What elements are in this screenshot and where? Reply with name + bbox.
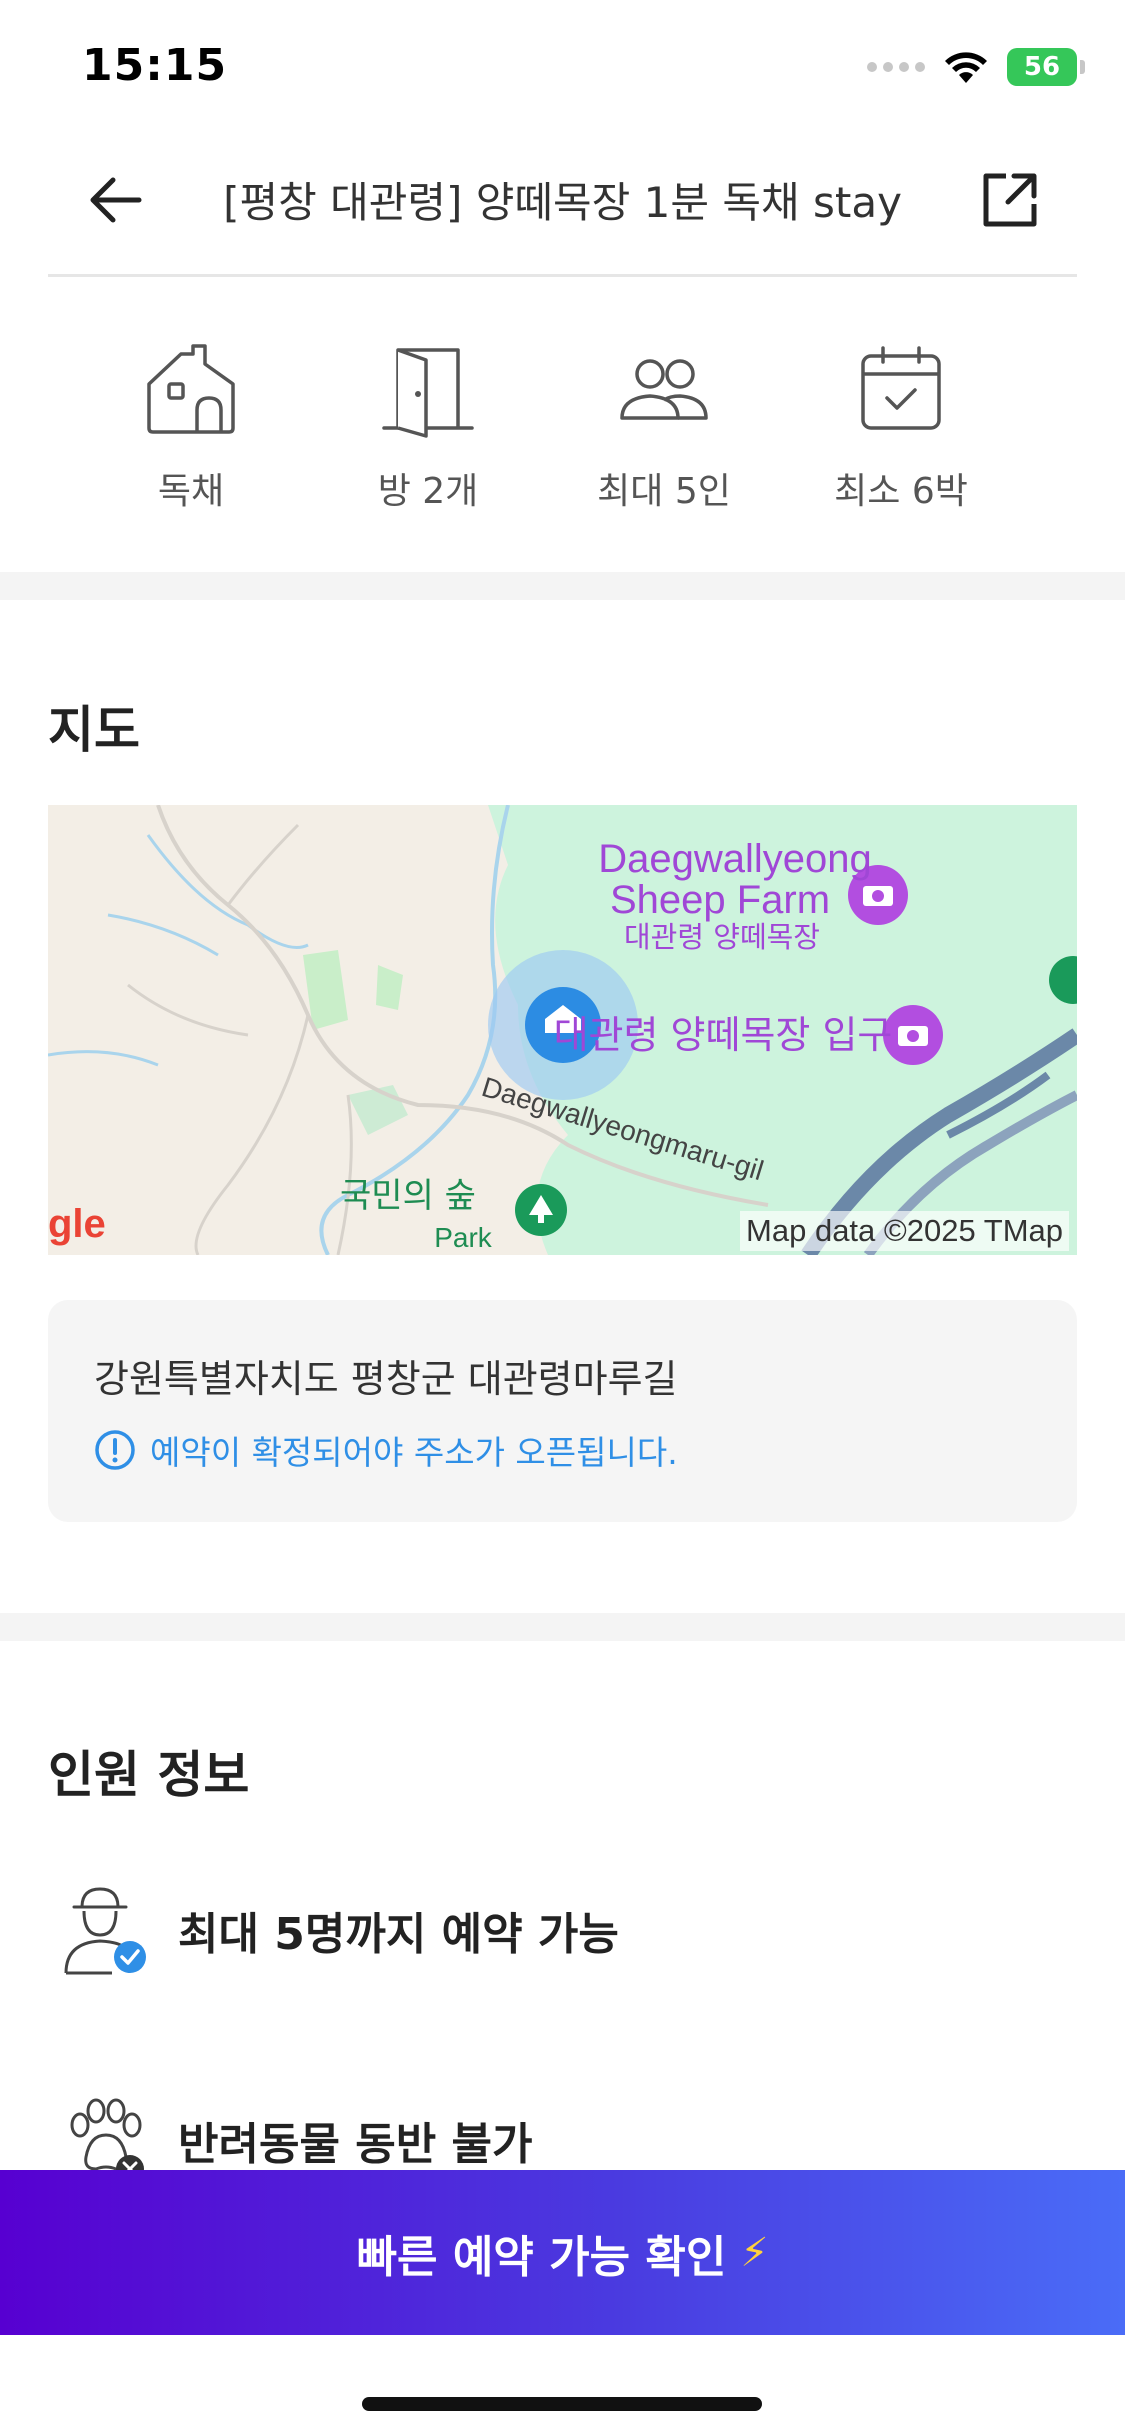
calendar-icon [861, 346, 941, 430]
feature-label: 독채 [157, 471, 225, 512]
google-logo: gle [48, 1202, 106, 1246]
share-icon [983, 173, 1037, 227]
back-arrow-icon [90, 177, 142, 223]
battery-level: 56 [1023, 52, 1061, 82]
header: [평창 대관령] 양떼목장 1분 독채 stay [0, 135, 1125, 275]
location-map[interactable]: Daegwallyeong Sheep Farm 대관령 양떼목장 대관령 양떼… [48, 805, 1077, 1255]
feature-label: 최소 6박 [834, 471, 968, 512]
map-label-farm-ko: 대관령 양떼목장 [624, 920, 820, 954]
header-divider [48, 274, 1077, 277]
status-bar: 15:15 56 [0, 0, 1125, 135]
people-icon [620, 359, 708, 420]
map-label-farm-en-2: Sheep Farm [610, 878, 830, 922]
door-icon [382, 348, 474, 438]
feature-label: 방 2개 [377, 471, 479, 512]
info-text: 최대 5명까지 예약 가능 [178, 1909, 619, 1960]
info-row-max-guests: 최대 5명까지 예약 가능 [60, 1885, 619, 1975]
info-circle-icon [95, 1430, 135, 1470]
feature-rooms: 방 2개 [310, 340, 546, 514]
guest-section-title: 인원 정보 [48, 1746, 250, 1804]
info-text: 반려동물 동반 불가 [178, 2119, 533, 2170]
cta-label: 빠른 예약 가능 확인 [356, 2231, 727, 2283]
status-indicators: 56 [867, 48, 1085, 86]
section-divider [0, 572, 1125, 600]
address-text: 강원특별자치도 평창군 대관령마루길 [94, 1357, 678, 1401]
section-divider [0, 1613, 1125, 1641]
feature-min-nights: 최소 6박 [783, 340, 1019, 514]
status-time: 15:15 [82, 40, 228, 91]
wifi-icon [945, 52, 987, 83]
quick-booking-button[interactable]: 빠른 예약 가능 확인 ⚡ [0, 2170, 1125, 2335]
address-notice: 예약이 확정되어야 주소가 오픈됩니다. [94, 1426, 678, 1474]
address-box: 강원특별자치도 평창군 대관령마루길 예약이 확정되어야 주소가 오픈됩니다. [48, 1300, 1077, 1522]
map-label-entrance: 대관령 양떼목장 입구 [554, 1013, 893, 1057]
property-features: 독채 방 2개 최대 5인 최소 6박 [0, 340, 1125, 520]
map-attribution: Map data ©2025 TMap [740, 1211, 1069, 1251]
feature-capacity: 최대 5인 [546, 340, 782, 514]
page-title: [평창 대관령] 양떼목장 1분 독채 stay [223, 178, 902, 227]
map-label-farm-en: Daegwallyeong [598, 837, 872, 881]
battery-icon: 56 [1007, 48, 1085, 86]
lightning-icon: ⚡ [740, 2229, 769, 2276]
feature-label: 최대 5인 [597, 471, 731, 512]
cellular-signal-icon [867, 62, 925, 72]
map-section-title: 지도 [48, 701, 140, 759]
person-check-icon [60, 1885, 150, 1975]
map-label-park-ko: 국민의 숲 [340, 1176, 476, 1216]
share-button[interactable] [975, 165, 1045, 235]
house-icon [147, 344, 235, 434]
map-label-park-en: Park [434, 1222, 493, 1253]
address-notice-text: 예약이 확정되어야 주소가 오픈됩니다. [150, 1433, 678, 1472]
back-button[interactable] [80, 165, 150, 235]
home-indicator[interactable] [362, 2397, 762, 2411]
feature-house: 독채 [73, 340, 309, 514]
map-background: Daegwallyeong Sheep Farm 대관령 양떼목장 대관령 양떼… [48, 805, 1077, 1255]
